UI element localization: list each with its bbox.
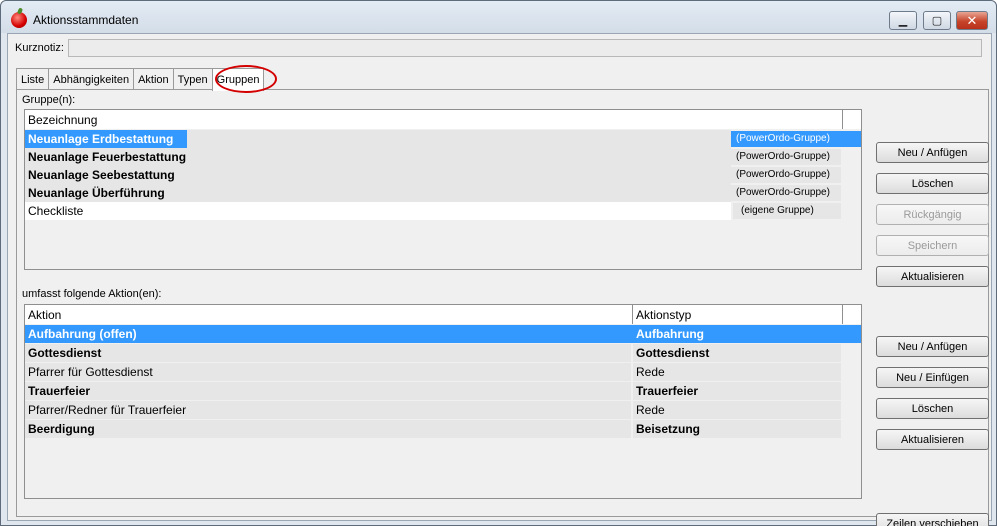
maximize-button[interactable]: ▢ bbox=[923, 11, 951, 30]
action-name-cell: Pfarrer für Gottesdienst bbox=[25, 363, 631, 381]
group-name-cell: Neuanlage Überführung bbox=[25, 184, 731, 202]
move-rows-button[interactable]: Zeilen verschieben bbox=[876, 513, 989, 526]
tab-typen[interactable]: Typen bbox=[172, 68, 213, 90]
table-row[interactable]: Aufbahrung (offen) Aufbahrung bbox=[25, 325, 861, 343]
window-title: Aktionsstammdaten bbox=[33, 13, 139, 27]
actions-new-insert-button[interactable]: Neu / Einfügen bbox=[876, 367, 989, 388]
action-type-cell: Gottesdienst bbox=[633, 344, 841, 362]
groups-grid-header: Bezeichnung bbox=[25, 110, 861, 129]
column-header-aktion[interactable]: Aktion bbox=[25, 305, 633, 324]
gruppen-tab-panel: Gruppe(n): Bezeichnung Neuanlage Erdbest… bbox=[16, 89, 989, 526]
kurznotiz-label: Kurznotiz: bbox=[15, 42, 64, 54]
groups-new-append-button[interactable]: Neu / Anfügen bbox=[876, 142, 989, 163]
title-bar[interactable]: Aktionsstammdaten ▁ ▢ ✕ bbox=[1, 1, 996, 33]
group-spacer-cell bbox=[187, 130, 731, 148]
table-row[interactable]: Neuanlage Seebestattung (PowerOrdo-Grupp… bbox=[25, 166, 861, 184]
table-row[interactable]: Neuanlage Überführung (PowerOrdo-Gruppe) bbox=[25, 184, 861, 202]
minimize-icon: ▁ bbox=[898, 15, 908, 27]
action-name-cell: Pfarrer/Redner für Trauerfeier bbox=[25, 401, 631, 419]
column-chooser[interactable] bbox=[843, 305, 861, 324]
group-name-cell: Neuanlage Seebestattung bbox=[25, 166, 731, 184]
actions-delete-button[interactable]: Löschen bbox=[876, 398, 989, 419]
group-type-tag: (PowerOrdo-Gruppe) bbox=[731, 149, 841, 165]
action-name-cell: Aufbahrung (offen) bbox=[25, 325, 633, 343]
tab-strip: Liste Abhängigkeiten Aktion Typen Gruppe… bbox=[16, 68, 265, 91]
group-name-cell: Checkliste bbox=[25, 202, 731, 220]
kurznotiz-input[interactable] bbox=[68, 39, 982, 57]
action-type-cell: Trauerfeier bbox=[633, 382, 841, 400]
action-type-cell: Aufbahrung bbox=[633, 325, 861, 343]
actions-grid-header: Aktion Aktionstyp bbox=[25, 305, 861, 324]
minimize-button[interactable]: ▁ bbox=[889, 11, 917, 30]
groups-grid[interactable]: Bezeichnung Neuanlage Erdbestattung (Pow… bbox=[24, 109, 862, 270]
action-name-cell: Gottesdienst bbox=[25, 344, 631, 362]
groups-undo-button[interactable]: Rückgängig bbox=[876, 204, 989, 225]
column-header-bezeichnung[interactable]: Bezeichnung bbox=[25, 110, 843, 129]
actions-section-label: umfasst folgende Aktion(en): bbox=[22, 288, 162, 300]
group-type-tag: (eigene Gruppe) bbox=[733, 203, 841, 219]
action-name-cell: Trauerfeier bbox=[25, 382, 631, 400]
group-name-cell: Neuanlage Erdbestattung bbox=[25, 130, 187, 148]
action-type-cell: Rede bbox=[633, 401, 841, 419]
tab-abhaengigkeiten[interactable]: Abhängigkeiten bbox=[48, 68, 135, 90]
application-window: Aktionsstammdaten ▁ ▢ ✕ Kurznotiz: Liste… bbox=[0, 0, 997, 526]
actions-new-append-button[interactable]: Neu / Anfügen bbox=[876, 336, 989, 357]
groups-delete-button[interactable]: Löschen bbox=[876, 173, 989, 194]
app-apple-icon bbox=[11, 12, 27, 28]
table-row[interactable]: Neuanlage Feuerbestattung (PowerOrdo-Gru… bbox=[25, 148, 861, 166]
table-row[interactable]: Pfarrer für Gottesdienst Rede bbox=[25, 363, 861, 381]
actions-grid[interactable]: Aktion Aktionstyp Aufbahrung (offen) Auf… bbox=[24, 304, 862, 499]
maximize-icon: ▢ bbox=[931, 15, 943, 27]
tab-aktion[interactable]: Aktion bbox=[133, 68, 174, 90]
client-area: Kurznotiz: Liste Abhängigkeiten Aktion T… bbox=[7, 33, 992, 526]
group-name-cell: Neuanlage Feuerbestattung bbox=[25, 148, 731, 166]
groups-save-button[interactable]: Speichern bbox=[876, 235, 989, 256]
group-type-tag: (PowerOrdo-Gruppe) bbox=[731, 131, 861, 147]
column-chooser[interactable] bbox=[843, 110, 861, 129]
table-row[interactable]: Beerdigung Beisetzung bbox=[25, 420, 861, 438]
group-type-tag: (PowerOrdo-Gruppe) bbox=[731, 167, 841, 183]
action-type-cell: Beisetzung bbox=[633, 420, 841, 438]
close-button[interactable]: ✕ bbox=[956, 11, 988, 30]
table-row[interactable]: Trauerfeier Trauerfeier bbox=[25, 382, 861, 400]
actions-refresh-button[interactable]: Aktualisieren bbox=[876, 429, 989, 450]
group-type-tag: (PowerOrdo-Gruppe) bbox=[731, 185, 841, 201]
action-type-cell: Rede bbox=[633, 363, 841, 381]
table-row[interactable]: Neuanlage Erdbestattung (PowerOrdo-Grupp… bbox=[25, 130, 861, 148]
action-name-cell: Beerdigung bbox=[25, 420, 631, 438]
tab-liste[interactable]: Liste bbox=[16, 68, 50, 90]
table-row[interactable]: Pfarrer/Redner für Trauerfeier Rede bbox=[25, 401, 861, 419]
table-row[interactable]: Checkliste (eigene Gruppe) bbox=[25, 202, 861, 220]
close-icon: ✕ bbox=[966, 12, 978, 28]
column-header-aktionstyp[interactable]: Aktionstyp bbox=[633, 305, 843, 324]
groups-section-label: Gruppe(n): bbox=[22, 94, 76, 106]
tab-gruppen[interactable]: Gruppen bbox=[211, 68, 265, 91]
groups-refresh-button[interactable]: Aktualisieren bbox=[876, 266, 989, 287]
table-row[interactable]: Gottesdienst Gottesdienst bbox=[25, 344, 861, 362]
